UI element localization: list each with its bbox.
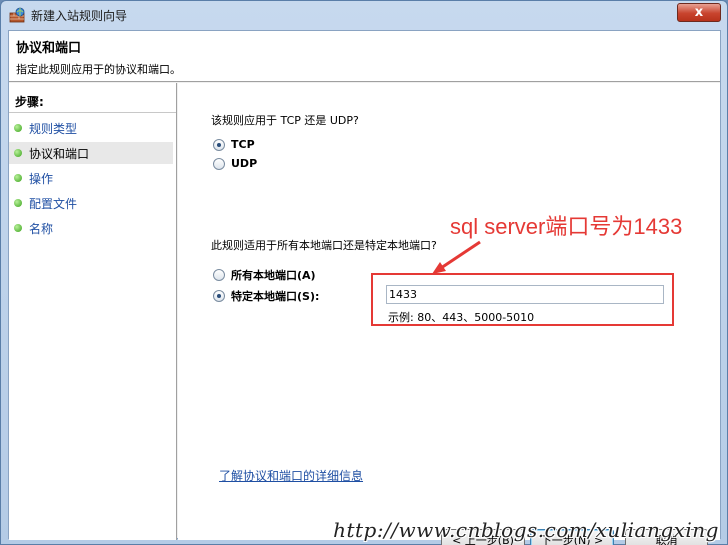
steps-label: 步骤: bbox=[15, 95, 44, 109]
step-label: 操作 bbox=[29, 171, 54, 186]
more-info-link[interactable]: 了解协议和端口的详细信息 bbox=[219, 467, 363, 484]
step-action[interactable]: 操作 bbox=[9, 167, 173, 189]
step-name[interactable]: 名称 bbox=[9, 217, 173, 239]
radio-button[interactable] bbox=[213, 269, 225, 281]
port-input[interactable] bbox=[386, 285, 664, 304]
step-rule-type[interactable]: 规则类型 bbox=[9, 117, 173, 139]
step-profile[interactable]: 配置文件 bbox=[9, 192, 173, 214]
radio-label: UDP bbox=[231, 157, 258, 170]
step-label: 名称 bbox=[29, 221, 54, 236]
step-bullet-icon bbox=[14, 149, 22, 157]
close-button[interactable]: x bbox=[677, 3, 721, 22]
step-bullet-icon bbox=[14, 199, 22, 207]
radio-button[interactable] bbox=[213, 138, 225, 151]
port-example: 示例: 80、443、5000-5010 bbox=[388, 311, 535, 324]
main-panel: 该规则应用于 TCP 还是 UDP? TCP UDP sql server端口号… bbox=[178, 83, 720, 545]
radio-specific-ports[interactable]: 特定本地端口(S): bbox=[213, 288, 319, 304]
step-bullet-icon bbox=[14, 224, 22, 232]
step-protocol-ports[interactable]: 协议和端口 bbox=[9, 142, 173, 164]
step-label: 协议和端口 bbox=[29, 146, 90, 161]
port-question: 此规则适用于所有本地端口还是特定本地端口? bbox=[211, 239, 437, 252]
radio-all-ports[interactable]: 所有本地端口(A) bbox=[213, 267, 316, 283]
step-label: 配置文件 bbox=[29, 196, 78, 211]
radio-button[interactable] bbox=[213, 157, 225, 170]
close-icon: x bbox=[694, 5, 704, 20]
watermark: http://www.cnblogs.com/xuliangxing bbox=[333, 518, 719, 542]
annotation-text: sql server端口号为1433 bbox=[450, 214, 683, 239]
radio-tcp[interactable]: TCP bbox=[213, 138, 255, 151]
radio-label: 所有本地端口(A) bbox=[231, 269, 316, 282]
step-bullet-icon bbox=[14, 174, 22, 182]
annotation-arrow-icon bbox=[432, 240, 481, 274]
page-subtitle: 指定此规则应用于的协议和端口。 bbox=[16, 63, 181, 76]
steps-divider bbox=[9, 112, 176, 113]
port-highlight-box: 示例: 80、443、5000-5010 bbox=[371, 273, 674, 326]
firewall-icon bbox=[9, 7, 25, 23]
radio-label: 特定本地端口(S): bbox=[231, 290, 320, 303]
client-area: 协议和端口 指定此规则应用于的协议和端口。 步骤: 规则类型 协议和端口 操作 … bbox=[8, 30, 721, 545]
radio-button[interactable] bbox=[213, 290, 225, 302]
window-title: 新建入站规则向导 bbox=[31, 8, 128, 23]
protocol-question: 该规则应用于 TCP 还是 UDP? bbox=[211, 114, 359, 127]
radio-udp[interactable]: UDP bbox=[213, 157, 257, 170]
step-label: 规则类型 bbox=[29, 121, 78, 136]
wizard-window: 新建入站规则向导 x 协议和端口 指定此规则应用于的协议和端口。 步骤: 规则类… bbox=[0, 0, 728, 545]
page-title: 协议和端口 bbox=[16, 41, 82, 56]
title-bar[interactable]: 新建入站规则向导 x bbox=[1, 1, 727, 29]
step-bullet-icon bbox=[14, 124, 22, 132]
wizard-header: 协议和端口 指定此规则应用于的协议和端口。 bbox=[9, 31, 720, 82]
radio-label: TCP bbox=[231, 138, 255, 151]
steps-sidebar: 步骤: 规则类型 协议和端口 操作 配置文件 名称 bbox=[9, 83, 177, 540]
